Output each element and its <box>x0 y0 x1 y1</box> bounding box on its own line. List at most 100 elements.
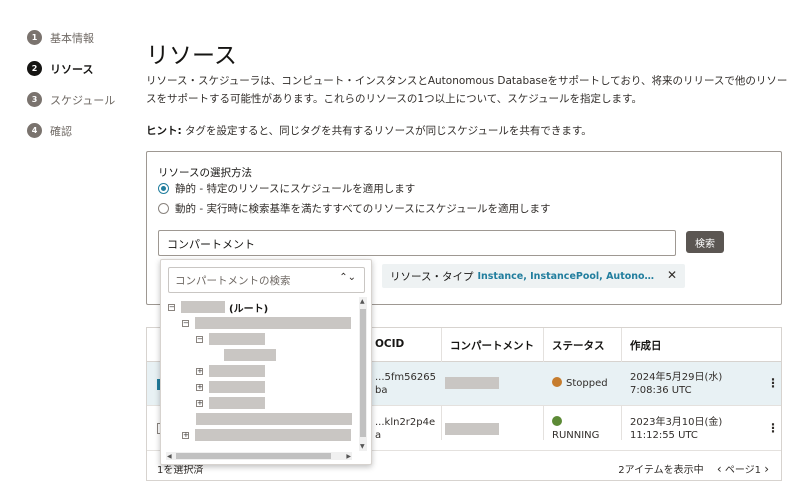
redacted-name <box>224 349 276 361</box>
search-button[interactable]: 検索 <box>686 231 724 253</box>
step-number: 4 <box>27 123 42 138</box>
status-cell: RUNNING <box>552 416 599 442</box>
column-header-created[interactable]: 作成日 <box>630 338 662 353</box>
static-radio[interactable] <box>158 183 169 194</box>
status-dot-icon <box>552 416 562 426</box>
horizontal-scrollbar[interactable]: ◀ ▶ <box>166 452 352 460</box>
redacted-name <box>209 333 265 345</box>
chevron-right-icon[interactable]: › <box>764 462 769 476</box>
ocid-line: ba <box>375 385 388 396</box>
tree-node[interactable]: + <box>196 365 265 377</box>
date-line: 2024年5月29日(水) <box>630 372 723 383</box>
date-line: 7:08:36 UTC <box>630 385 692 396</box>
close-icon[interactable]: ✕ <box>667 268 677 282</box>
step-basic-info[interactable]: 1 基本情報 <box>27 22 115 53</box>
step-label: 確認 <box>50 124 72 138</box>
dynamic-radio-option[interactable]: 動的 - 実行時に検索基準を満たすすべてのリソースにスケジュールを適用します <box>158 201 551 216</box>
step-resources[interactable]: 2 リソース <box>27 53 115 84</box>
redacted-compartment <box>445 423 499 435</box>
step-schedule[interactable]: 3 スケジュール <box>27 84 115 115</box>
created-cell: 2024年5月29日(水) 7:08:36 UTC <box>630 371 722 397</box>
scroll-up-icon[interactable]: ▲ <box>360 298 365 305</box>
collapse-icon[interactable]: − <box>182 319 189 327</box>
expand-icon[interactable]: + <box>196 399 203 407</box>
compartment-search-input[interactable]: コンパートメントの検索 ⌃⌄ <box>168 267 365 293</box>
column-header-ocid[interactable]: OCID <box>375 338 404 350</box>
redacted-name <box>195 429 351 441</box>
tree-node[interactable]: + <box>182 429 351 441</box>
ocid-cell: ...kln2r2p4e a <box>375 416 435 442</box>
expand-icon[interactable]: + <box>196 383 203 391</box>
ocid-line: ...5fm56265 <box>375 372 436 383</box>
step-number: 2 <box>27 61 42 76</box>
redacted-name <box>209 365 265 377</box>
created-cell: 2023年3月10日(金) 11:12:55 UTC <box>630 416 722 442</box>
tree-node[interactable]: − <box>196 333 265 345</box>
date-line: 2023年3月10日(金) <box>630 417 723 428</box>
row-actions-icon[interactable]: ⋮ <box>767 376 779 390</box>
hint-body: タグを設定すると、同じタグを共有するリソースが同じスケジュールを共有できます。 <box>181 125 592 137</box>
tree-node-root[interactable]: − (ルート) <box>168 301 269 315</box>
wizard-steps: 1 基本情報 2 リソース 3 スケジュール 4 確認 <box>27 22 115 146</box>
status-text: RUNNING <box>552 430 600 441</box>
redacted-name <box>209 397 265 409</box>
scroll-right-icon[interactable]: ▶ <box>346 453 351 460</box>
pagination: 2アイテムを表示中 ‹ ページ1 › <box>618 461 769 476</box>
redacted-name <box>196 413 352 425</box>
step-review[interactable]: 4 確認 <box>27 115 115 146</box>
dynamic-radio-label: 動的 - 実行時に検索基準を満たすすべてのリソースにスケジュールを適用します <box>175 203 551 215</box>
status-cell: Stopped <box>552 377 608 390</box>
static-radio-label: 静的 - 特定のリソースにスケジュールを適用します <box>175 183 416 195</box>
chip-value: Instance, InstancePool, Autonom... <box>477 270 658 282</box>
ocid-line: ...kln2r2p4e <box>375 417 436 428</box>
compartment-dropdown: コンパートメントの検索 ⌃⌄ − (ルート) − − + + + + ▲ ▼ ◀… <box>160 259 372 465</box>
collapse-icon[interactable]: − <box>168 303 175 311</box>
redacted-name <box>195 317 351 329</box>
tree-node[interactable]: + <box>196 397 265 409</box>
column-header-status[interactable]: ステータス <box>552 338 605 353</box>
status-text: Stopped <box>566 378 608 389</box>
dynamic-radio[interactable] <box>158 203 169 214</box>
step-label: 基本情報 <box>50 31 94 45</box>
tree-node[interactable] <box>196 413 352 425</box>
compartment-search-placeholder: コンパートメントの検索 <box>175 275 291 287</box>
vertical-scrollbar[interactable]: ▲ ▼ <box>359 297 367 451</box>
redacted-name <box>209 381 265 393</box>
compartment-tree: − (ルート) − − + + + + <box>166 297 359 447</box>
item-count: 2アイテムを表示中 <box>618 465 704 476</box>
step-label: スケジュール <box>50 93 116 107</box>
step-label: リソース <box>50 62 94 76</box>
tree-node[interactable]: + <box>196 381 265 393</box>
date-line: 11:12:55 UTC <box>630 430 698 441</box>
page-title: リソース <box>146 43 237 69</box>
status-dot-icon <box>552 377 562 387</box>
collapse-icon[interactable]: − <box>196 335 203 343</box>
tree-node[interactable] <box>224 349 276 361</box>
scroll-down-icon[interactable]: ▼ <box>360 443 365 450</box>
selection-method-legend: リソースの選択方法 <box>158 167 252 179</box>
redacted-compartment <box>445 377 499 389</box>
static-radio-option[interactable]: 静的 - 特定のリソースにスケジュールを適用します <box>158 181 415 196</box>
compartment-input[interactable]: コンパートメント <box>158 230 676 256</box>
hint-label: ヒント: <box>146 125 182 137</box>
hint-text: ヒント: タグを設定すると、同じタグを共有するリソースが同じスケジュールを共有で… <box>146 123 592 138</box>
resource-type-filter-chip[interactable]: リソース・タイプ Instance, InstancePool, Autonom… <box>382 264 685 288</box>
page-indicator: ページ1 <box>724 465 761 476</box>
root-label: (ルート) <box>229 303 269 315</box>
redacted-name <box>181 301 225 313</box>
row-actions-icon[interactable]: ⋮ <box>767 421 779 435</box>
column-header-compartment[interactable]: コンパートメント <box>450 338 534 353</box>
expand-icon[interactable]: + <box>182 431 189 439</box>
step-number: 3 <box>27 92 42 107</box>
expand-icon[interactable]: + <box>196 367 203 375</box>
chip-label: リソース・タイプ <box>390 270 474 283</box>
page-description: リソース・スケジューラは、コンピュート・インスタンスとAutonomous Da… <box>146 75 788 105</box>
ocid-line: a <box>375 430 382 441</box>
ocid-cell: ...5fm56265 ba <box>375 371 436 397</box>
chevron-left-icon[interactable]: ‹ <box>717 462 722 476</box>
chevron-updown-icon[interactable]: ⌃⌄ <box>339 272 356 283</box>
scroll-thumb[interactable] <box>176 453 331 459</box>
tree-node[interactable]: − <box>182 317 351 329</box>
scroll-thumb[interactable] <box>360 309 366 437</box>
scroll-left-icon[interactable]: ◀ <box>167 453 172 460</box>
